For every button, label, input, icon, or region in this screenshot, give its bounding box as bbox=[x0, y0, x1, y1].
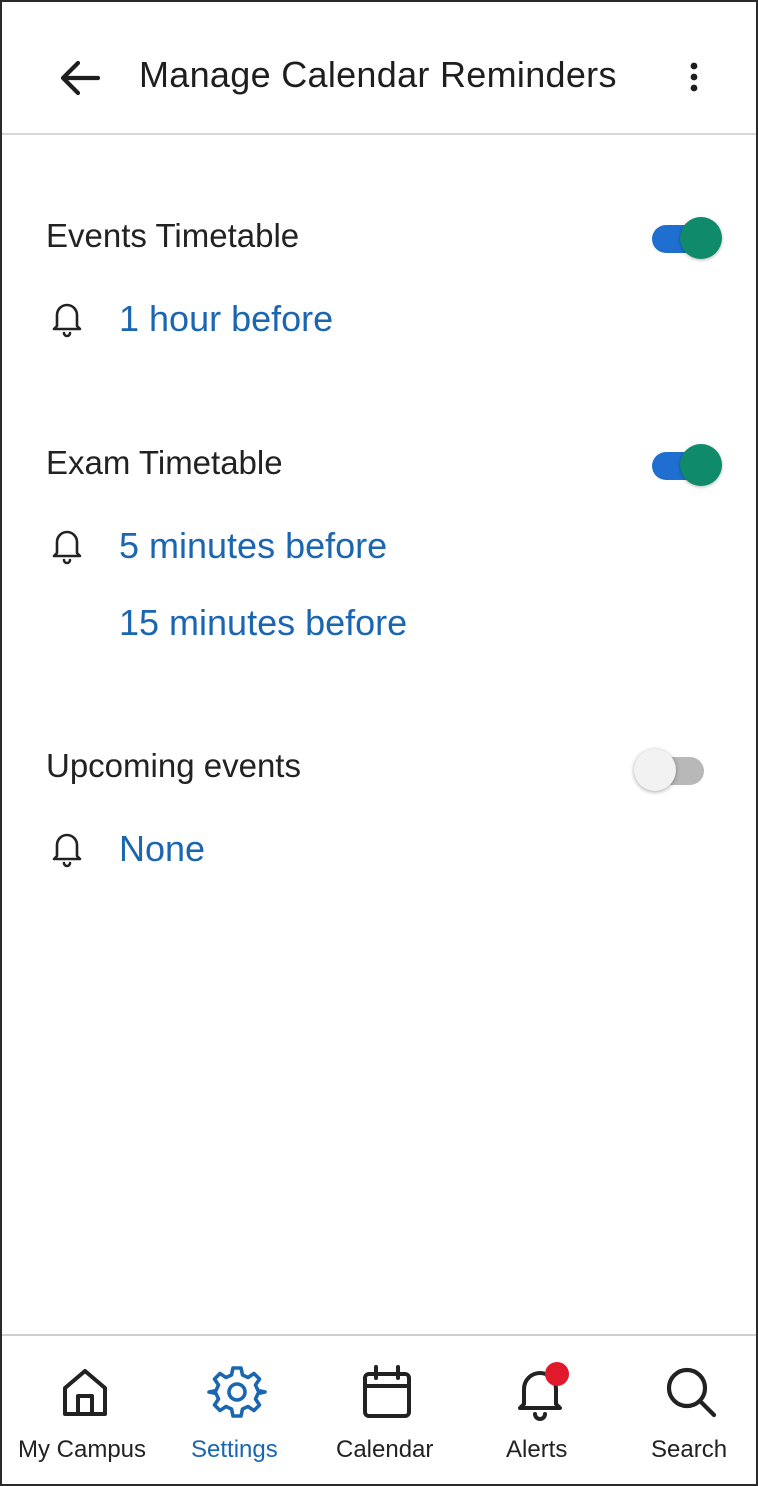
toggle-thumb bbox=[680, 217, 722, 259]
nav-label: Settings bbox=[191, 1436, 278, 1463]
header-divider bbox=[2, 133, 756, 135]
nav-label: My Campus bbox=[18, 1436, 147, 1463]
nav-item-settings[interactable]: Settings bbox=[170, 1336, 310, 1486]
toggle-thumb bbox=[634, 749, 676, 791]
back-arrow-icon[interactable] bbox=[54, 52, 106, 104]
reminder-option-exam-timetable-2[interactable]: 15 minutes before bbox=[119, 602, 407, 644]
reminder-option-upcoming-events-1[interactable]: None bbox=[119, 828, 205, 870]
bell-icon bbox=[52, 833, 82, 868]
bell-icon bbox=[52, 303, 82, 338]
exam-timetable-toggle[interactable] bbox=[648, 442, 724, 486]
toggle-thumb bbox=[680, 444, 722, 486]
nav-item-alerts[interactable]: Alerts bbox=[460, 1336, 616, 1486]
section-title-upcoming-events: Upcoming events bbox=[46, 747, 301, 784]
nav-item-search[interactable]: Search bbox=[616, 1336, 756, 1486]
section-title-events-timetable: Events Timetable bbox=[46, 217, 300, 254]
nav-item-my-campus[interactable]: My Campus bbox=[2, 1336, 170, 1486]
notification-badge bbox=[545, 1362, 569, 1386]
bottom-navigation: My Campus Settings Calendar Alerts Searc… bbox=[2, 1336, 756, 1486]
nav-label: Alerts bbox=[506, 1436, 568, 1463]
home-icon bbox=[63, 1369, 107, 1416]
calendar-icon bbox=[363, 1365, 411, 1418]
app-screen: Manage Calendar Reminders Events Timetab… bbox=[0, 0, 758, 1486]
events-timetable-toggle[interactable] bbox=[648, 215, 724, 259]
nav-label: Search bbox=[651, 1436, 728, 1463]
reminder-option-exam-timetable-1[interactable]: 5 minutes before bbox=[119, 525, 387, 567]
nav-label: Calendar bbox=[336, 1436, 434, 1463]
nav-item-calendar[interactable]: Calendar bbox=[310, 1336, 460, 1486]
search-icon bbox=[666, 1367, 717, 1418]
upcoming-events-toggle[interactable] bbox=[634, 747, 710, 791]
more-options-icon[interactable] bbox=[682, 56, 706, 98]
reminder-option-events-timetable-1[interactable]: 1 hour before bbox=[119, 298, 333, 340]
section-title-exam-timetable: Exam Timetable bbox=[46, 444, 283, 481]
gear-icon bbox=[207, 1366, 267, 1418]
bell-icon bbox=[52, 530, 82, 565]
page-title: Manage Calendar Reminders bbox=[139, 54, 617, 95]
top-app-bar: Manage Calendar Reminders bbox=[2, 2, 756, 134]
